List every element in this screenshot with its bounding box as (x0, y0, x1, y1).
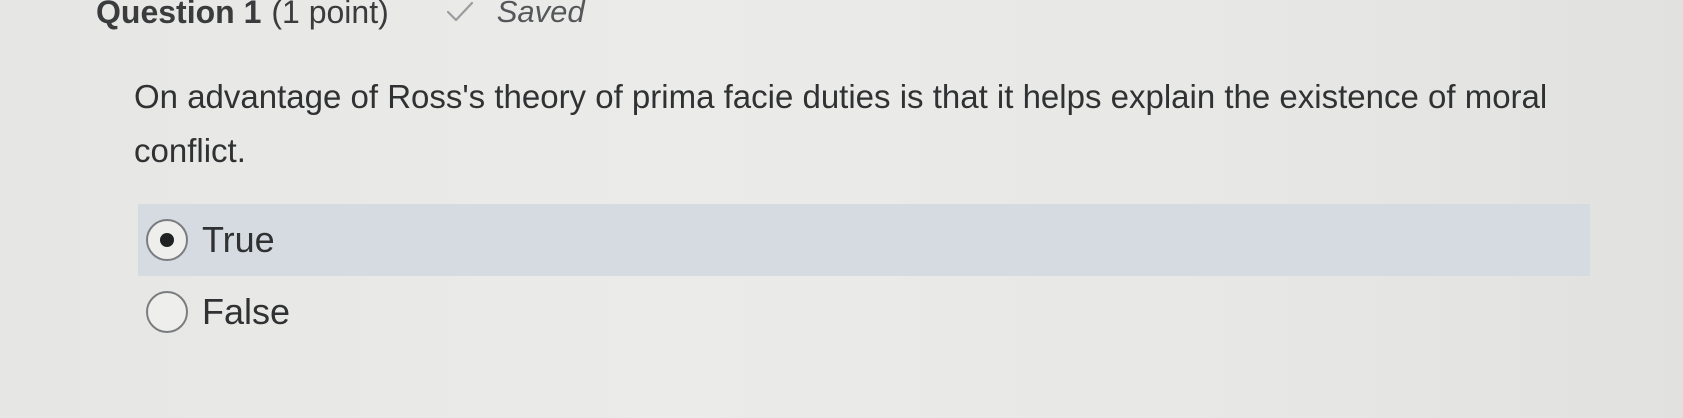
question-header: Question 1 (1 point) Saved (96, 0, 585, 32)
option-true[interactable]: True (138, 204, 1590, 276)
check-icon (446, 1, 473, 22)
radio-selected-dot (160, 233, 174, 247)
saved-status-label: Saved (496, 0, 585, 29)
answer-options: True False (138, 204, 1590, 348)
question-prompt: On advantage of Ross's theory of prima f… (134, 78, 1548, 169)
option-true-label[interactable]: True (202, 219, 275, 261)
radio-button-true[interactable] (146, 219, 188, 261)
question-points: (1 point) (271, 0, 389, 30)
saved-status: Saved (445, 0, 585, 30)
radio-button-false[interactable] (146, 291, 188, 333)
question-title: Question 1 (96, 0, 262, 30)
option-false-label[interactable]: False (202, 291, 290, 333)
option-false[interactable]: False (138, 276, 1590, 348)
